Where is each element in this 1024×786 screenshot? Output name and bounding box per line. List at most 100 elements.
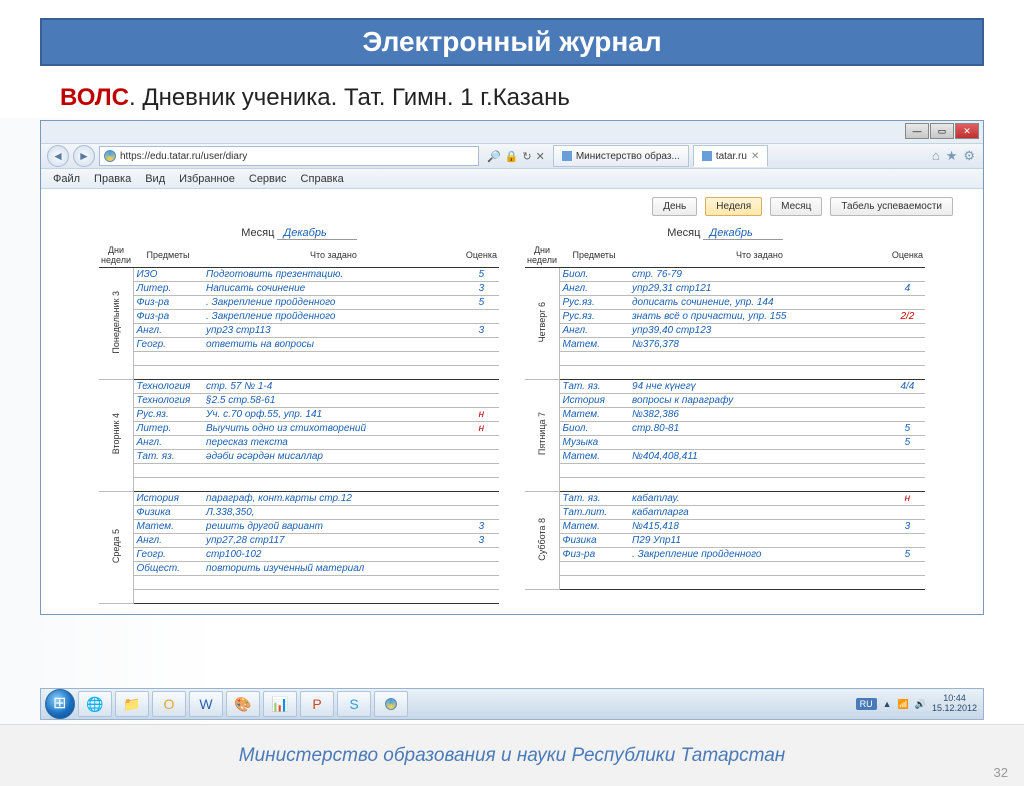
task-cell[interactable]: №404,408,411 — [629, 450, 890, 464]
taskbar-outlook-icon[interactable]: O — [152, 691, 186, 717]
task-cell[interactable]: . Закрепление пройденного — [629, 548, 890, 562]
taskbar-folder-icon[interactable]: 📁 — [115, 691, 149, 717]
task-cell[interactable]: кабатларга — [629, 506, 890, 520]
task-cell[interactable]: дописать сочинение, упр. 144 — [629, 296, 890, 310]
task-cell[interactable]: . Закрепление пройденного — [203, 296, 464, 310]
subject-cell[interactable]: Литер. — [133, 282, 203, 296]
taskbar-app-icon[interactable]: 📊 — [263, 691, 297, 717]
url-input[interactable]: https://edu.tatar.ru/user/diary — [99, 146, 479, 166]
task-cell[interactable]: №376,378 — [629, 338, 890, 352]
tray-volume-icon[interactable]: 🔊 — [915, 699, 926, 710]
subject-cell[interactable]: Физ-ра — [133, 296, 203, 310]
subject-cell[interactable]: Матем. — [559, 520, 629, 534]
task-cell[interactable]: упр27,28 стр117 — [203, 534, 464, 548]
tab-tatar[interactable]: tatar.ru ✕ — [693, 145, 769, 167]
view-month-button[interactable]: Месяц — [770, 197, 822, 216]
task-cell[interactable]: әдәби әсәрдән мисаллар — [203, 450, 464, 464]
task-cell[interactable]: упр39,40 стр123 — [629, 324, 890, 338]
subject-cell[interactable]: Физика — [133, 506, 203, 520]
subject-cell[interactable]: Тат.лит. — [559, 506, 629, 520]
menu-service[interactable]: Сервис — [243, 171, 293, 187]
subject-cell[interactable]: Тат. яз. — [559, 380, 629, 394]
task-cell[interactable]: упр23 стр113 — [203, 324, 464, 338]
subject-cell[interactable]: Рус.яз. — [133, 408, 203, 422]
menu-favorites[interactable]: Избранное — [173, 171, 241, 187]
subject-cell[interactable]: ИЗО — [133, 268, 203, 282]
taskbar-powerpoint-icon[interactable]: P — [300, 691, 334, 717]
subject-cell[interactable]: История — [133, 492, 203, 506]
task-cell[interactable]: вопросы к параграфу — [629, 394, 890, 408]
subject-cell[interactable]: Биол. — [559, 422, 629, 436]
search-icon[interactable]: 🔎 — [487, 150, 501, 163]
task-cell[interactable]: стр. 57 № 1-4 — [203, 380, 464, 394]
subject-cell[interactable]: Музыка — [559, 436, 629, 450]
task-cell[interactable]: Л.338,350, — [203, 506, 464, 520]
task-cell[interactable]: Написать сочинение — [203, 282, 464, 296]
subject-cell[interactable]: Англ. — [133, 534, 203, 548]
favorites-icon[interactable]: ★ — [946, 148, 958, 164]
close-button[interactable]: ✕ — [955, 123, 979, 139]
subject-cell[interactable]: Рус.яз. — [559, 296, 629, 310]
minimize-button[interactable]: — — [905, 123, 929, 139]
subject-cell[interactable]: Тат. яз. — [133, 450, 203, 464]
view-week-button[interactable]: Неделя — [705, 197, 762, 216]
subject-cell[interactable]: Биол. — [559, 268, 629, 282]
language-indicator[interactable]: RU — [856, 698, 877, 710]
task-cell[interactable] — [629, 436, 890, 450]
menu-edit[interactable]: Правка — [88, 171, 137, 187]
taskbar-ie-icon[interactable] — [374, 691, 408, 717]
clock[interactable]: 10:44 15.12.2012 — [932, 694, 977, 714]
subject-cell[interactable]: Общест. — [133, 562, 203, 576]
start-button[interactable] — [45, 689, 75, 719]
task-cell[interactable]: §2.5 стр.58-61 — [203, 394, 464, 408]
task-cell[interactable]: решить другой вариант — [203, 520, 464, 534]
forward-button[interactable]: ► — [73, 145, 95, 167]
taskbar-paint-icon[interactable]: 🎨 — [226, 691, 260, 717]
gear-icon[interactable]: ⚙ — [963, 148, 975, 164]
subject-cell[interactable]: История — [559, 394, 629, 408]
subject-cell[interactable]: Англ. — [133, 436, 203, 450]
task-cell[interactable]: Уч. с.70 орф.55, упр. 141 — [203, 408, 464, 422]
subject-cell[interactable]: Матем. — [559, 450, 629, 464]
task-cell[interactable]: №415,418 — [629, 520, 890, 534]
task-cell[interactable]: стр.80-81 — [629, 422, 890, 436]
task-cell[interactable]: №382,386 — [629, 408, 890, 422]
task-cell[interactable]: кабатлау. — [629, 492, 890, 506]
subject-cell[interactable]: Геогр. — [133, 548, 203, 562]
task-cell[interactable]: упр29,31 стр121 — [629, 282, 890, 296]
stop-icon[interactable]: ✕ — [536, 150, 545, 163]
taskbar-chrome-icon[interactable]: 🌐 — [78, 691, 112, 717]
task-cell[interactable]: пересказ текста — [203, 436, 464, 450]
subject-cell[interactable]: Технология — [133, 394, 203, 408]
task-cell[interactable]: параграф, конт.карты стр.12 — [203, 492, 464, 506]
tab-close-icon[interactable]: ✕ — [751, 151, 759, 162]
subject-cell[interactable]: Матем. — [559, 408, 629, 422]
task-cell[interactable]: П29 Упр11 — [629, 534, 890, 548]
subject-cell[interactable]: Матем. — [133, 520, 203, 534]
task-cell[interactable]: 94 нче күнегү — [629, 380, 890, 394]
task-cell[interactable]: . Закрепление пройденного — [203, 310, 464, 324]
subject-cell[interactable]: Геогр. — [133, 338, 203, 352]
back-button[interactable]: ◄ — [47, 145, 69, 167]
tab-ministry[interactable]: Министерство образ... — [553, 145, 689, 167]
task-cell[interactable]: Выучить одно из стихотворений — [203, 422, 464, 436]
subject-cell[interactable]: Тат. яз. — [559, 492, 629, 506]
refresh-icon[interactable]: ↻ — [522, 150, 531, 163]
task-cell[interactable]: Подготовить презентацию. — [203, 268, 464, 282]
home-icon[interactable]: ⌂ — [932, 148, 940, 164]
taskbar-skype-icon[interactable]: S — [337, 691, 371, 717]
menu-help[interactable]: Справка — [295, 171, 350, 187]
subject-cell[interactable]: Физ-ра — [559, 548, 629, 562]
tray-flag-icon[interactable]: ▲ — [883, 699, 892, 709]
tray-network-icon[interactable]: 📶 — [898, 699, 909, 710]
menu-view[interactable]: Вид — [139, 171, 171, 187]
subject-cell[interactable]: Физ-ра — [133, 310, 203, 324]
task-cell[interactable]: знать всё о причастии, упр. 155 — [629, 310, 890, 324]
subject-cell[interactable]: Литер. — [133, 422, 203, 436]
task-cell[interactable]: стр. 76-79 — [629, 268, 890, 282]
menu-file[interactable]: Файл — [47, 171, 86, 187]
report-card-button[interactable]: Табель успеваемости — [830, 197, 953, 216]
subject-cell[interactable]: Англ. — [133, 324, 203, 338]
maximize-button[interactable]: ▭ — [930, 123, 954, 139]
taskbar-word-icon[interactable]: W — [189, 691, 223, 717]
